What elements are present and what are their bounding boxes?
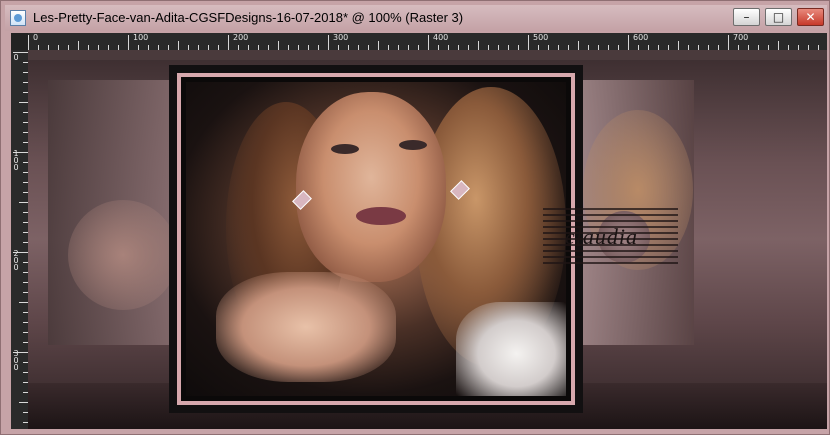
ruler-tick <box>228 35 229 50</box>
ruler-tick <box>178 41 179 50</box>
minimize-icon: – <box>743 10 750 24</box>
horizontal-ruler[interactable]: 0 100 200 300 400 500 600 700 <box>11 33 827 50</box>
ruler-tick <box>19 402 28 403</box>
ruler-tick <box>728 35 729 50</box>
ruler-tick <box>19 102 28 103</box>
ruler-tick <box>128 35 129 50</box>
ruler-tick <box>628 35 629 50</box>
photo-frame <box>169 65 583 413</box>
ruler-tick <box>578 41 579 50</box>
face <box>296 92 446 282</box>
ruler-tick <box>328 35 329 50</box>
right-eye <box>399 140 427 150</box>
maximize-icon: □ <box>772 10 785 24</box>
vertical-ruler[interactable]: 0 100 200 300 <box>11 50 28 429</box>
ruler-label: 400 <box>433 33 449 42</box>
ruler-label: 200 <box>233 33 249 42</box>
ruler-label: 200 <box>13 249 19 272</box>
ruler-tick <box>19 302 28 303</box>
canvas-band <box>28 50 827 60</box>
hand <box>216 272 396 382</box>
ghost-hand <box>68 200 178 310</box>
close-button[interactable]: ✕ <box>797 8 824 26</box>
minimize-button[interactable]: – <box>733 8 760 26</box>
document-window[interactable]: Les-Pretty-Face-van-Adita-CGSFDesigns-16… <box>0 0 830 435</box>
ruler-label: 0 <box>33 33 39 42</box>
document-icon[interactable] <box>10 10 26 26</box>
portrait-photo <box>186 82 566 396</box>
white-shirt <box>456 302 566 396</box>
ruler-label: 300 <box>13 349 19 372</box>
maximize-button[interactable]: □ <box>765 8 792 26</box>
title-bar[interactable]: Les-Pretty-Face-van-Adita-CGSFDesigns-16… <box>5 5 827 31</box>
ruler-tick <box>478 41 479 50</box>
frame-border <box>177 73 575 405</box>
ruler-tick <box>678 41 679 50</box>
frame-inner <box>181 77 571 401</box>
left-eye <box>331 144 359 154</box>
ruler-tick <box>428 35 429 50</box>
ruler-tick <box>19 202 28 203</box>
ruler-tick <box>78 41 79 50</box>
ruler-label: 700 <box>733 33 749 42</box>
ruler-tick <box>28 35 29 50</box>
ruler-label: 100 <box>13 149 19 172</box>
ruler-label: 100 <box>133 33 149 42</box>
lips <box>356 207 406 225</box>
ruler-tick <box>378 41 379 50</box>
ruler-tick <box>778 41 779 50</box>
window-title: Les-Pretty-Face-van-Adita-CGSFDesigns-16… <box>33 10 464 25</box>
watermark: claudia <box>543 208 678 266</box>
ruler-tick <box>278 41 279 50</box>
ruler-label: 300 <box>333 33 349 42</box>
image-canvas[interactable]: claudia <box>28 50 827 429</box>
ruler-label: 0 <box>13 53 19 62</box>
watermark-text: claudia <box>565 224 638 249</box>
ruler-label: 500 <box>533 33 549 42</box>
ruler-corner <box>11 33 28 50</box>
close-icon: ✕ <box>805 10 816 24</box>
ruler-tick <box>528 35 529 50</box>
ruler-label: 600 <box>633 33 649 42</box>
